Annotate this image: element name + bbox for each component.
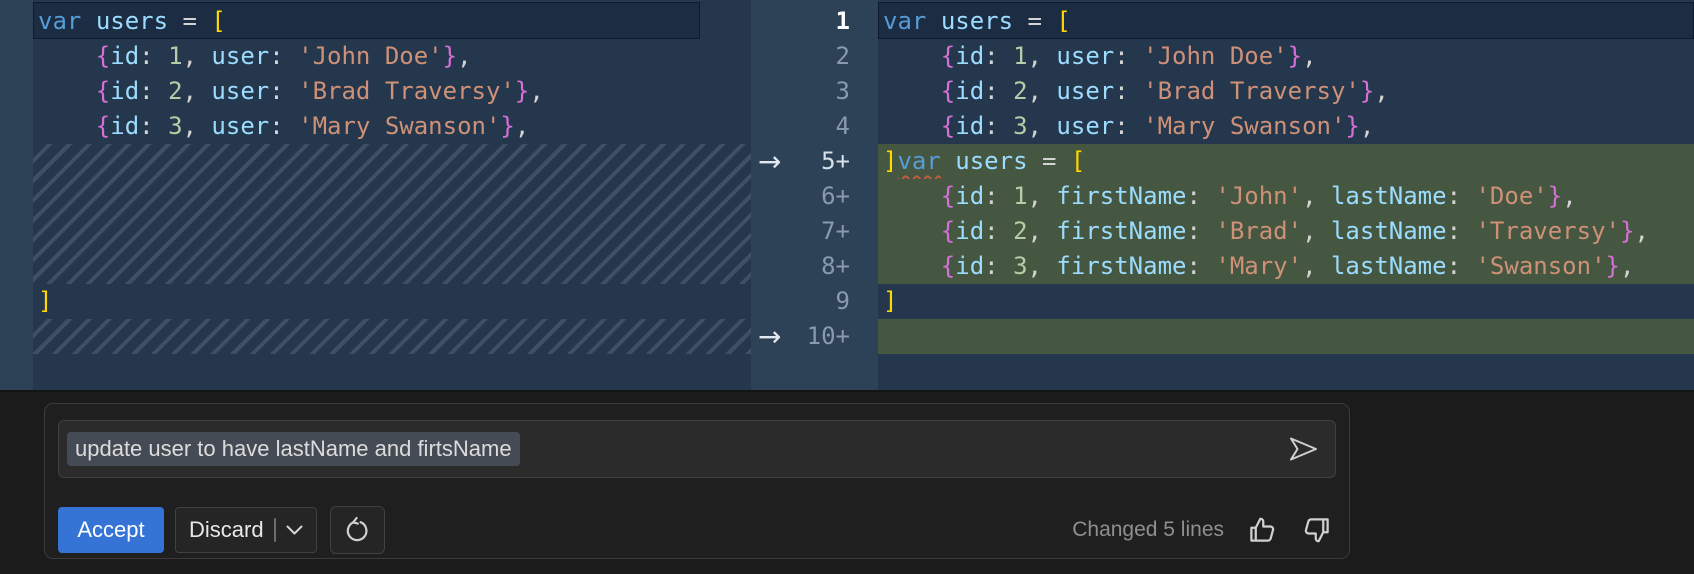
modified-code-pane[interactable]: var users = [ {id: 1, user: 'John Doe'},…: [878, 0, 1694, 390]
gutter-row: 3: [751, 74, 878, 109]
chat-feedback-group: Changed 5 lines: [1072, 513, 1334, 547]
discard-button-label: Discard: [189, 517, 264, 542]
line-number: 4: [835, 112, 850, 140]
line-number: 7+: [821, 217, 850, 245]
line-number: 10+: [806, 322, 850, 350]
deleted-lines-hatch: [33, 319, 751, 354]
code-line: {id: 1, firstName: 'John', lastName: 'Do…: [878, 179, 1694, 214]
gutter-row: 9: [751, 284, 878, 319]
inline-diff-editor: var users = [ {id: 1, user: 'John Doe'},…: [0, 0, 1694, 390]
line-number: 9: [835, 287, 850, 315]
code-line: {id: 2, firstName: 'Brad', lastName: 'Tr…: [878, 214, 1694, 249]
original-code-pane[interactable]: var users = [ {id: 1, user: 'John Doe'},…: [0, 0, 751, 390]
code-line: {id: 3, firstName: 'Mary', lastName: 'Sw…: [878, 249, 1694, 284]
code-line: {id: 3, user: 'Mary Swanson'},: [940, 112, 1375, 140]
chat-input-selected-text: update user to have lastName and firtsNa…: [67, 432, 520, 466]
retry-button[interactable]: [329, 506, 385, 554]
change-arrow-icon: →: [758, 145, 782, 178]
thumbs-up-icon: [1250, 517, 1275, 542]
line-number: 3: [835, 77, 850, 105]
gutter-row: 6+: [751, 179, 878, 214]
line-number: 6+: [821, 182, 850, 210]
discard-split-divider: [273, 518, 276, 542]
gutter-row: → 10+: [751, 319, 878, 354]
code-line: var users = [: [883, 7, 1071, 35]
send-button[interactable]: [1281, 429, 1325, 469]
code-line: ]var users = [: [878, 144, 1694, 179]
refresh-icon: [346, 516, 368, 542]
gutter-row: → 5+: [751, 144, 878, 179]
thumbs-up-button[interactable]: [1245, 513, 1279, 547]
chat-input[interactable]: update user to have lastName and firtsNa…: [58, 420, 1336, 478]
gutter-row: 1: [751, 4, 878, 39]
chevron-down-icon[interactable]: [286, 525, 303, 536]
change-arrow-icon: →: [758, 320, 782, 353]
gutter-row: 7+: [751, 214, 878, 249]
line-number: 2: [835, 42, 850, 70]
line-number: 8+: [821, 252, 850, 280]
send-icon: [1290, 437, 1317, 461]
thumbs-down-button[interactable]: [1300, 513, 1334, 547]
code-line: {id: 1, user: 'John Doe'},: [940, 42, 1317, 70]
gutter-row: 2: [751, 39, 878, 74]
gutter-row: 8+: [751, 249, 878, 284]
inline-chat-widget: update user to have lastName and firtsNa…: [44, 403, 1350, 559]
gutter-row: 4: [751, 109, 878, 144]
inline-chat-panel: update user to have lastName and firtsNa…: [0, 390, 1694, 574]
chat-actions-row: Accept Discard Changed 5 lines: [58, 505, 1334, 555]
code-line: ]: [38, 287, 53, 315]
code-line: {id: 2, user: 'Brad Traversy'},: [940, 77, 1389, 105]
changed-lines-status: Changed 5 lines: [1072, 518, 1224, 541]
diff-gutter: 1 2 3 4 → 5+ 6+ 7+ 8+ 9 → 10+: [751, 0, 878, 390]
code-line: {id: 1, user: 'John Doe'},: [95, 42, 472, 70]
accept-button[interactable]: Accept: [58, 507, 164, 553]
line-number: 5+: [821, 147, 850, 175]
code-line: {id: 2, user: 'Brad Traversy'},: [95, 77, 544, 105]
discard-button[interactable]: Discard: [175, 507, 317, 553]
code-line: ]: [883, 287, 898, 315]
code-line: var users = [: [38, 7, 226, 35]
code-line: {id: 3, user: 'Mary Swanson'},: [95, 112, 530, 140]
code-line: [878, 319, 1694, 354]
line-number: 1: [835, 7, 850, 35]
deleted-lines-hatch: [33, 144, 751, 284]
thumbs-down-icon: [1304, 518, 1329, 543]
